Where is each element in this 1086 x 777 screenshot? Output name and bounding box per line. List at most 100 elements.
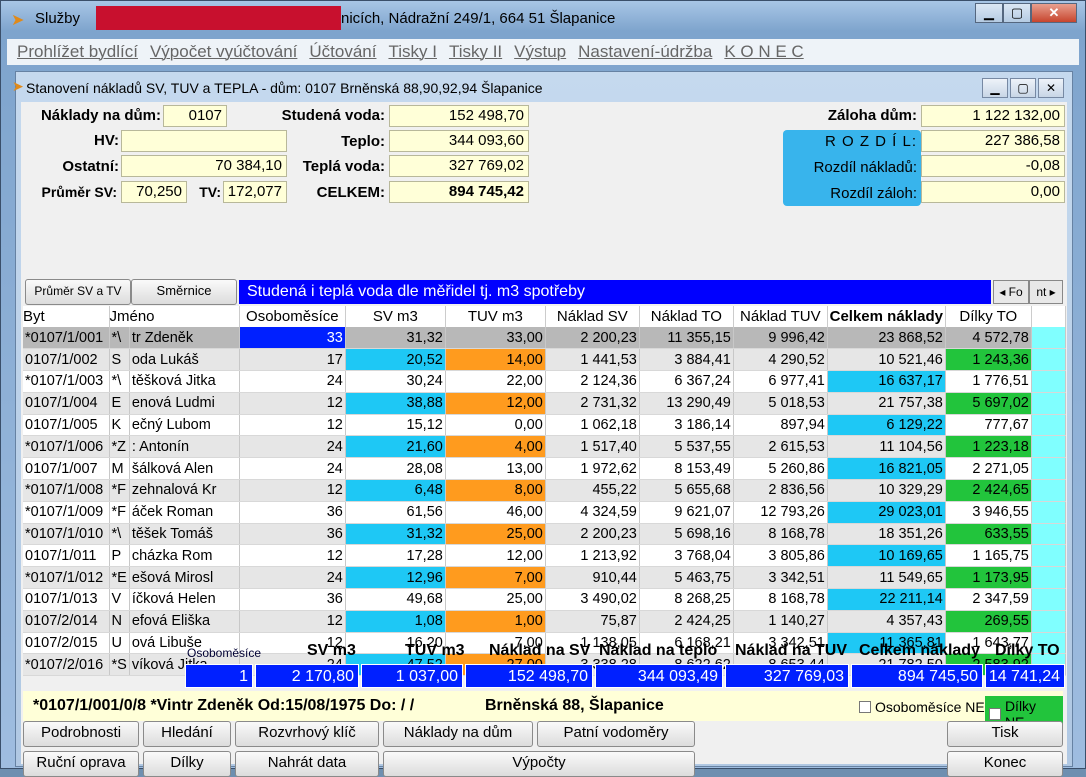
cell-celkem[interactable]: 11 104,56 [827, 435, 946, 459]
cell-naklad-sv[interactable]: 2 200,23 [545, 327, 640, 350]
cell-dilky[interactable]: 1 173,95 [945, 566, 1032, 590]
col-naklad-sv[interactable]: Náklad SV [545, 306, 640, 327]
table-row[interactable]: 0107/1/011 Pcházka Rom 12 17,28 12,00 1 213,9… [23, 544, 1066, 568]
minimize-button[interactable]: ▁ [975, 3, 1003, 23]
cell-prefix[interactable]: P [109, 544, 130, 568]
cell-tuv[interactable]: 25,00 [445, 588, 546, 611]
naklady-field[interactable]: 0107 [163, 105, 227, 127]
cell-naklad-to[interactable]: 9 621,07 [639, 501, 734, 524]
cell-prefix[interactable]: *E [109, 566, 130, 590]
table-row[interactable]: 0107/1/007 Mšálková Alen 24 28,08 13,00 1 972… [23, 457, 1066, 481]
cell-byt[interactable]: 0107/2/014 [23, 610, 110, 633]
rucni-oprava-button[interactable]: Ruční oprava [23, 751, 139, 777]
col-osobomesice[interactable]: Osoboměsíce [239, 306, 346, 327]
cell-naklad-sv[interactable]: 1 972,62 [545, 457, 640, 481]
col-naklad-to[interactable]: Náklad TO [639, 306, 734, 327]
table-row[interactable]: *0107/1/009 *F áček Roman 36 61,56 46,00 4 324… [23, 501, 1066, 524]
table-row[interactable]: 0107/1/005 Kečný Lubom 12 15,12 0,00 1 062,18… [23, 414, 1066, 437]
cell-jmeno[interactable]: šálková Alen [129, 457, 240, 481]
cell-tuv[interactable]: 25,00 [445, 523, 546, 546]
menu-vystup[interactable]: Výstup [514, 42, 566, 62]
cell-jmeno[interactable]: ešová Mirosl [129, 566, 240, 590]
cell-celkem[interactable]: 22 211,14 [827, 588, 946, 611]
cell-osobomesice[interactable]: 12 [239, 610, 346, 633]
menu-nastaveni[interactable]: Nastavení-údržba [578, 42, 712, 62]
cell-sv[interactable]: 28,08 [345, 457, 446, 481]
cell-naklad-sv[interactable]: 2 731,32 [545, 392, 640, 415]
table-row[interactable]: *0107/1/010 *\ těšek Tomáš 36 31,32 25,00 2 20… [23, 523, 1066, 546]
cell-naklad-sv[interactable]: 1 517,40 [545, 435, 640, 459]
cell-naklad-tuv[interactable]: 5 018,53 [733, 392, 828, 415]
menu-vypocet[interactable]: Výpočet vyúčtování [150, 42, 297, 62]
cell-jmeno[interactable]: áček Roman [129, 501, 240, 524]
cell-osobomesice[interactable]: 17 [239, 348, 346, 372]
child-close-button[interactable]: ✕ [1038, 78, 1064, 98]
table-row[interactable]: *0107/1/008 *F zehnalová Kr 12 6,48 8,00 455,2… [23, 479, 1066, 502]
cell-sv[interactable]: 17,28 [345, 544, 446, 568]
cell-naklad-tuv[interactable]: 897,94 [733, 414, 828, 437]
cell-byt[interactable]: 0107/2/015 [23, 632, 110, 655]
col-dilky[interactable]: Dílky TO [945, 306, 1032, 327]
cell-naklad-to[interactable]: 3 768,04 [639, 544, 734, 568]
nahrat-data-button[interactable]: Nahrát data [235, 751, 379, 777]
cell-naklad-tuv[interactable]: 1 140,27 [733, 610, 828, 633]
first-button[interactable]: ◂ Fo [993, 280, 1029, 304]
cell-celkem[interactable]: 6 129,22 [827, 414, 946, 437]
cell-sv[interactable]: 12,96 [345, 566, 446, 590]
dilky-button[interactable]: Dílky [143, 751, 231, 777]
menu-prohlizet[interactable]: Prohlížet bydlící [17, 42, 138, 62]
cell-naklad-tuv[interactable]: 3 805,86 [733, 544, 828, 568]
cell-dilky[interactable]: 5 697,02 [945, 392, 1032, 415]
cell-dilky[interactable]: 3 946,55 [945, 501, 1032, 524]
cell-prefix[interactable]: N [109, 610, 130, 633]
cell-tuv[interactable]: 4,00 [445, 435, 546, 459]
col-sv[interactable]: SV m3 [345, 306, 446, 327]
cell-naklad-tuv[interactable]: 5 260,86 [733, 457, 828, 481]
cell-naklad-sv[interactable]: 2 200,23 [545, 523, 640, 546]
cell-dilky[interactable]: 2 347,59 [945, 588, 1032, 611]
menu-konec[interactable]: K O N E C [724, 42, 803, 62]
cell-prefix[interactable]: M [109, 457, 130, 481]
cell-jmeno[interactable]: enová Ludmi [129, 392, 240, 415]
rozdil-field[interactable]: 227 386,58 [921, 130, 1065, 152]
cell-prefix[interactable]: *S [109, 653, 130, 677]
cell-naklad-tuv[interactable]: 6 977,41 [733, 370, 828, 393]
cell-dilky[interactable]: 2 424,65 [945, 479, 1032, 502]
table-row[interactable]: *0107/1/012 *E ešová Mirosl 24 12,96 7,00 910,… [23, 566, 1066, 590]
cell-jmeno[interactable]: tr Zdeněk [129, 327, 240, 350]
cell-osobomesice[interactable]: 36 [239, 501, 346, 524]
smernice-button[interactable]: Směrnice [131, 279, 237, 305]
cell-sv[interactable]: 20,52 [345, 348, 446, 372]
cell-celkem[interactable]: 29 023,01 [827, 501, 946, 524]
cell-byt[interactable]: *0107/1/006 [23, 435, 110, 459]
tepla-field[interactable]: 327 769,02 [389, 155, 529, 177]
cell-naklad-sv[interactable]: 455,22 [545, 479, 640, 502]
cell-sv[interactable]: 61,56 [345, 501, 446, 524]
close-button[interactable]: ✕ [1031, 3, 1077, 23]
table-row[interactable]: *0107/1/006 *Z: Antonín 24 21,60 4,00 1 517,4… [23, 435, 1066, 459]
cell-naklad-to[interactable]: 5 463,75 [639, 566, 734, 590]
cell-sv[interactable]: 15,12 [345, 414, 446, 437]
cell-naklad-to[interactable]: 6 367,24 [639, 370, 734, 393]
cell-jmeno[interactable]: efová Eliška [129, 610, 240, 633]
cell-sv[interactable]: 31,32 [345, 327, 446, 350]
cell-naklad-sv[interactable]: 3 490,02 [545, 588, 640, 611]
studena-field[interactable]: 152 498,70 [389, 105, 529, 127]
cell-naklad-to[interactable]: 5 698,16 [639, 523, 734, 546]
teplo-field[interactable]: 344 093,60 [389, 130, 529, 152]
cell-naklad-sv[interactable]: 4 324,59 [545, 501, 640, 524]
rozdil-zaloh-field[interactable]: 0,00 [921, 181, 1065, 203]
cell-naklad-sv[interactable]: 1 441,53 [545, 348, 640, 372]
cell-byt[interactable]: 0107/1/004 [23, 392, 110, 415]
cell-naklad-tuv[interactable]: 8 168,78 [733, 523, 828, 546]
cell-jmeno[interactable]: těšková Jitka [129, 370, 240, 393]
cell-prefix[interactable]: *\ [109, 370, 130, 393]
cell-prefix[interactable]: *\ [109, 327, 130, 350]
cell-byt[interactable]: 0107/1/011 [23, 544, 110, 568]
cell-celkem[interactable]: 23 868,52 [827, 327, 946, 350]
tisk-button[interactable]: Tisk [947, 721, 1063, 747]
menu-tisky-1[interactable]: Tisky I [388, 42, 436, 62]
cell-osobomesice[interactable]: 12 [239, 479, 346, 502]
cell-naklad-to[interactable]: 13 290,49 [639, 392, 734, 415]
cell-byt[interactable]: 0107/1/013 [23, 588, 110, 611]
